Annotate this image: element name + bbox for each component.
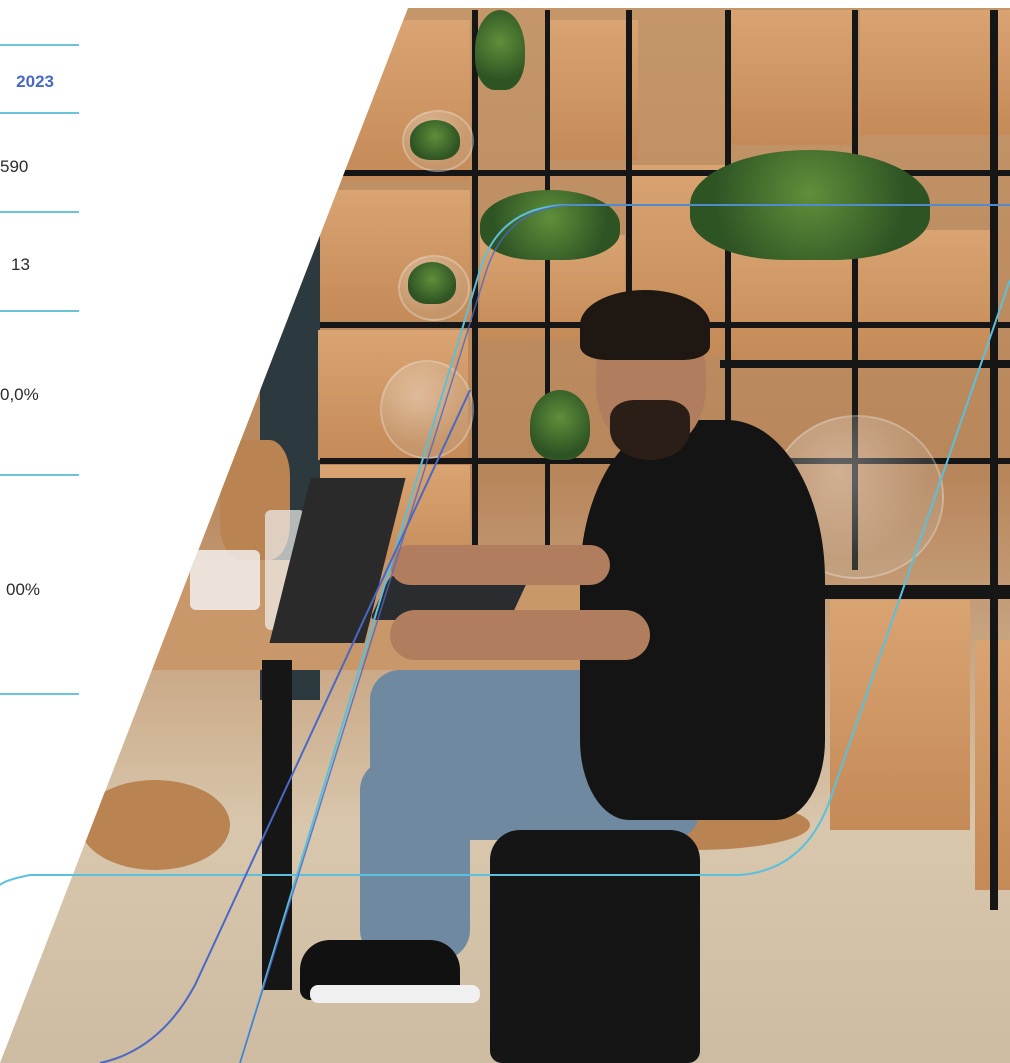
overlay-line (239, 204, 1010, 1063)
overlay-line (99, 389, 471, 1063)
overlay-line (239, 204, 1010, 1063)
decorative-lines (0, 204, 1010, 1063)
overlay-line (0, 279, 1010, 886)
